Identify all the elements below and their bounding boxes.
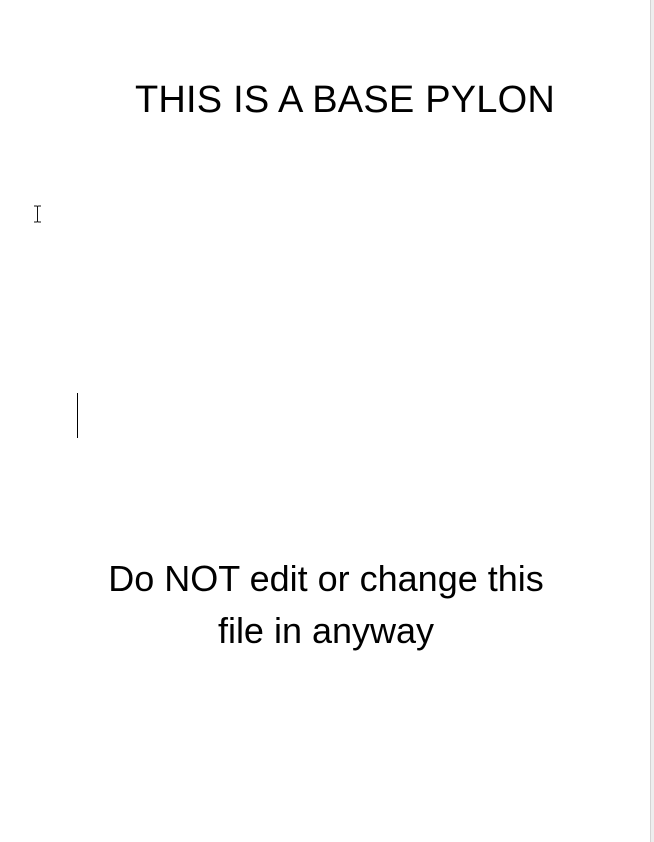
document-title: THIS IS A BASE PYLON <box>134 79 556 121</box>
text-caret <box>77 393 78 438</box>
page-edge <box>650 0 654 842</box>
text-cursor-icon <box>34 205 41 223</box>
warning-notice-line-1: Do NOT edit or change this <box>108 558 544 599</box>
warning-notice-line-2: file in anyway <box>217 610 435 651</box>
warning-notice: Do NOT edit or change this file in anywa… <box>0 553 652 657</box>
document-page[interactable]: THIS IS A BASE PYLON Do NOT edit or chan… <box>0 0 654 842</box>
